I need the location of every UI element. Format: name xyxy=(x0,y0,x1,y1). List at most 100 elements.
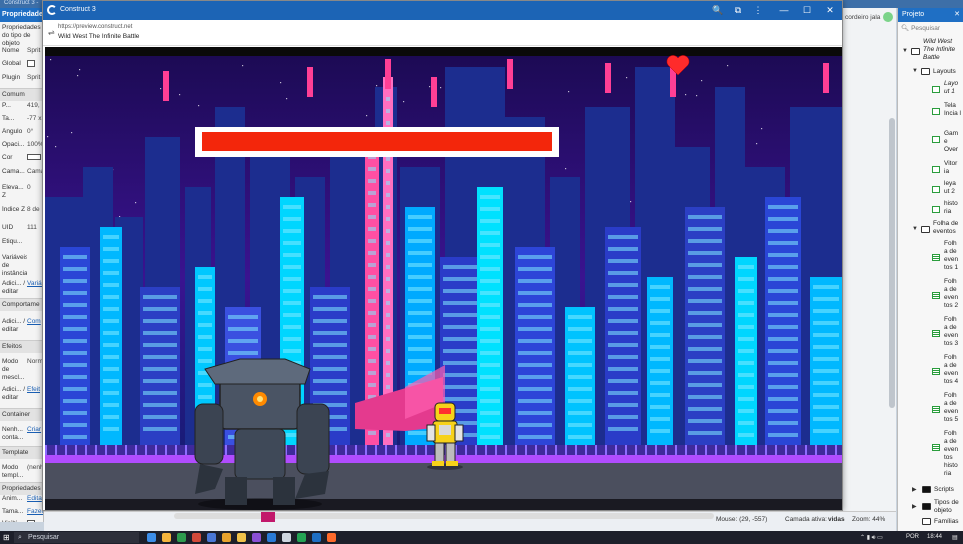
property-value[interactable]: Norm xyxy=(27,358,43,365)
close-icon[interactable]: ✕ xyxy=(954,8,960,22)
url-text[interactable]: https://preview.construct.net xyxy=(58,24,132,30)
tower-windows xyxy=(386,337,390,341)
tower-windows xyxy=(480,279,500,283)
folder-scripts[interactable]: Scripts xyxy=(934,486,954,494)
event-sheet-item[interactable]: Folh a de even tos 5 xyxy=(944,392,962,424)
notification-icon[interactable]: ▤ xyxy=(952,534,958,541)
taskbar-app-icon[interactable] xyxy=(312,533,321,542)
folder-object-types[interactable]: Tipos de objeto xyxy=(934,499,962,515)
tower-windows xyxy=(768,301,798,305)
property-value[interactable]: Efeit xyxy=(27,386,40,393)
properties-section[interactable]: Template xyxy=(0,446,43,459)
tower-windows xyxy=(103,367,119,371)
property-value[interactable]: -77 x xyxy=(27,115,41,122)
tower-windows xyxy=(63,411,87,415)
taskbar-app-icon[interactable] xyxy=(297,533,306,542)
event-sheet-item[interactable]: Folh a de even tos 1 xyxy=(944,240,962,272)
start-icon[interactable]: ⊞ xyxy=(3,533,10,542)
rail-post xyxy=(545,445,547,455)
folder-layouts[interactable]: Layouts xyxy=(933,68,956,76)
property-value[interactable]: 111 xyxy=(27,224,37,231)
menu-icon[interactable]: ⋮ xyxy=(751,4,765,17)
clock[interactable]: 18:44 xyxy=(927,534,942,540)
taskbar-app-icon[interactable] xyxy=(207,533,216,542)
tower-windows xyxy=(103,271,119,275)
layout-item[interactable]: histo ria xyxy=(944,200,962,216)
properties-section[interactable]: Comum xyxy=(0,88,43,101)
layout-item[interactable]: Gam e Over xyxy=(944,130,962,154)
event-sheet-item[interactable]: Folh a de even tos 2 xyxy=(944,278,962,310)
game-scene[interactable] xyxy=(45,47,842,510)
property-value[interactable]: 419, xyxy=(27,102,40,109)
taskbar-app-icon[interactable] xyxy=(222,533,231,542)
properties-section[interactable]: Comportame xyxy=(0,298,43,311)
project-search[interactable]: 🔍︎ Pesquisar xyxy=(901,24,961,33)
folder-families[interactable]: Famílias xyxy=(934,518,959,526)
chevron-down-icon[interactable]: ▼ xyxy=(912,68,918,74)
property-value[interactable]: 8 de xyxy=(27,206,40,213)
properties-section[interactable]: Propriedades xyxy=(0,482,43,495)
rail-post xyxy=(735,445,737,455)
property-value[interactable]: 0 xyxy=(27,184,31,191)
property-value[interactable]: Criar xyxy=(27,426,41,433)
minimize-button[interactable]: — xyxy=(777,4,791,17)
chevron-right-icon[interactable]: ▶ xyxy=(912,503,917,510)
properties-section[interactable]: Efeitos xyxy=(0,340,43,353)
zoom-icon[interactable]: 🔍 xyxy=(711,4,725,17)
vertical-scrollbar[interactable] xyxy=(889,118,895,408)
property-label: Modo de mescl... xyxy=(2,358,25,381)
taskbar-app-icon[interactable] xyxy=(252,533,261,542)
property-checkbox[interactable] xyxy=(27,520,35,522)
site-settings-icon[interactable]: ⇌ xyxy=(48,28,55,37)
taskbar-app-icon[interactable] xyxy=(327,533,336,542)
maximize-button[interactable]: ☐ xyxy=(800,4,814,17)
project-search-input[interactable]: Pesquisar xyxy=(911,25,940,32)
project-root[interactable]: Wild West The Infinite Battle xyxy=(923,38,961,62)
property-checkbox[interactable] xyxy=(27,60,35,67)
color-swatch[interactable] xyxy=(27,154,41,160)
event-sheet-item[interactable]: Folh a de even tos 3 xyxy=(944,316,962,348)
tray-icons[interactable]: ⌃ ▮ 🔊︎ ▭ xyxy=(860,534,883,542)
event-sheet-item[interactable]: Folh a de even tos histo ria xyxy=(944,430,962,478)
language-indicator[interactable]: POR xyxy=(906,534,919,540)
active-layer-value[interactable]: vidas xyxy=(828,516,845,523)
property-value[interactable]: Edita xyxy=(27,495,42,502)
horizontal-scrollbar[interactable] xyxy=(174,513,714,519)
layout-item[interactable]: Tela Incia l xyxy=(944,102,962,118)
tower-windows xyxy=(198,287,212,291)
extension-icon[interactable]: ⧉ xyxy=(731,4,745,17)
properties-section[interactable]: Container xyxy=(0,408,43,421)
taskbar-search[interactable]: ⌕ Pesquisar xyxy=(14,532,139,543)
chevron-right-icon[interactable]: ▶ xyxy=(912,486,917,493)
layout-item[interactable]: Vitor ia xyxy=(944,160,962,176)
property-value[interactable]: Com xyxy=(27,318,41,325)
taskbar-app-icon[interactable] xyxy=(147,533,156,542)
tower-windows xyxy=(63,255,87,259)
tower-windows xyxy=(813,345,839,349)
rail-post xyxy=(825,445,827,455)
taskbar-app-icon[interactable] xyxy=(267,533,276,542)
property-value[interactable]: Sprit xyxy=(27,74,40,81)
event-sheet-item[interactable]: Folh a de even tos 4 xyxy=(944,354,962,386)
taskbar-app-icon[interactable] xyxy=(282,533,291,542)
folder-event-sheets[interactable]: Folha de eventos xyxy=(933,220,963,236)
layout-item[interactable]: Layo ut 1 xyxy=(944,80,962,96)
tower-windows xyxy=(283,277,301,281)
chevron-down-icon[interactable]: ▼ xyxy=(912,226,918,232)
layout-item[interactable]: leya ut 2 xyxy=(944,180,962,196)
property-value[interactable]: 0° xyxy=(27,128,33,135)
chevron-down-icon[interactable]: ▼ xyxy=(902,48,908,54)
tower-windows xyxy=(738,361,754,365)
taskbar-app-icon[interactable] xyxy=(162,533,171,542)
taskbar-app-icon[interactable] xyxy=(237,533,246,542)
close-button[interactable]: ✕ xyxy=(823,4,837,17)
tower-windows xyxy=(386,373,390,377)
game-canvas[interactable] xyxy=(45,47,842,510)
property-value[interactable]: Sprit xyxy=(27,47,40,54)
taskbar-app-icon[interactable] xyxy=(192,533,201,542)
avatar[interactable] xyxy=(883,12,893,22)
taskbar-app-icon[interactable] xyxy=(177,533,186,542)
property-label: P... xyxy=(2,102,11,109)
account-tab[interactable]: cordeiro jala xyxy=(845,14,880,21)
tower-windows xyxy=(103,343,119,347)
